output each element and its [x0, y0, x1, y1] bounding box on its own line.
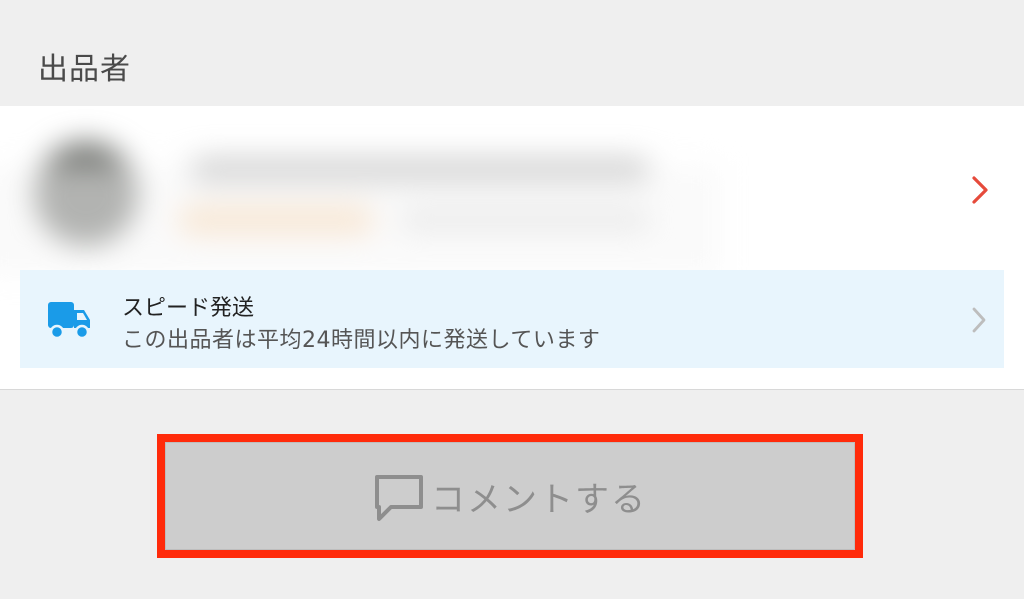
speed-shipping-banner[interactable]: スピード発送 この出品者は平均24時間以内に発送しています — [20, 270, 1004, 368]
blur-overlay — [0, 166, 720, 276]
chevron-right-icon — [966, 300, 992, 340]
truck-icon — [46, 298, 92, 342]
section-title: 出品者 — [38, 52, 131, 87]
chevron-right-icon[interactable] — [966, 170, 994, 210]
seller-section-header: 出品者 — [0, 0, 1024, 106]
seller-card: スピード発送 この出品者は平均24時間以内に発送しています — [0, 106, 1024, 390]
speed-shipping-description: この出品者は平均24時間以内に発送しています — [122, 328, 601, 353]
speed-shipping-title: スピード発送 — [122, 296, 255, 321]
seller-profile-row[interactable] — [0, 106, 1024, 276]
blurred-seller-info — [0, 106, 720, 276]
highlight-frame — [157, 434, 863, 558]
